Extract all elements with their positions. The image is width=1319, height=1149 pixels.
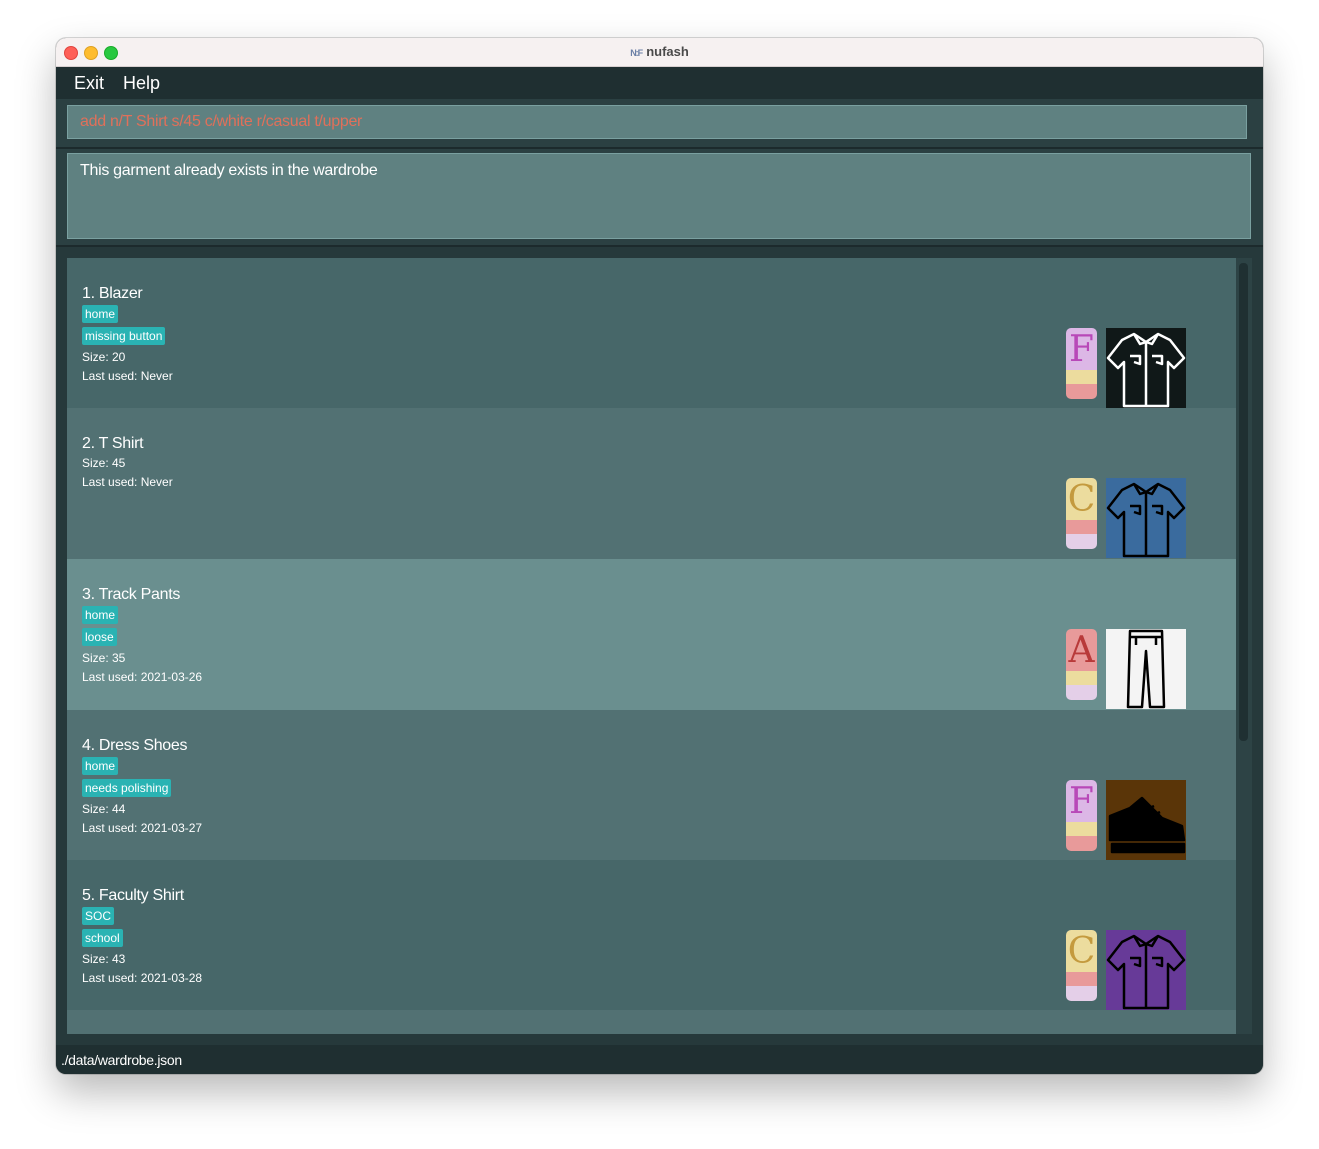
window-title: N:F nufash — [56, 44, 1263, 59]
garment-last-used: Last used: Never — [82, 475, 173, 489]
garment-tag: loose — [82, 628, 117, 646]
app-window: N:F nufash Exit Help add n/T Shirt s/45 c… — [56, 38, 1263, 1074]
garment-tag: home — [82, 606, 119, 624]
status-file-path: ./data/wardrobe.json — [61, 1052, 182, 1068]
dress-code-stripe — [1066, 671, 1097, 685]
command-box: add n/T Shirt s/45 c/white r/casual t/up… — [56, 99, 1263, 149]
garment-card[interactable]: 3. Track Pants home loose Size: 35 Last used… — [67, 559, 1236, 710]
garment-size: Size: 35 — [82, 651, 126, 665]
dress-code-stripe — [1066, 836, 1097, 851]
garment-size: Size: 20 — [82, 350, 126, 364]
dress-code-stripe — [1066, 685, 1097, 700]
garment-name: 5. Faculty Shirt — [82, 887, 184, 904]
status-bar: ./data/wardrobe.json — [56, 1045, 1263, 1074]
garment-name: 1. Blazer — [82, 285, 143, 302]
dress-code-stripe — [1066, 972, 1097, 986]
dress-code-stripe — [1066, 822, 1097, 836]
shirt-icon — [1106, 328, 1186, 408]
dress-code-stripe — [1066, 534, 1097, 549]
scrollbar-thumb[interactable] — [1239, 263, 1248, 741]
garment-name: 4. Dress Shoes — [82, 737, 188, 754]
shirt-icon — [1106, 478, 1186, 558]
dress-code-letter: C — [1066, 930, 1097, 972]
dress-code-letter: F — [1066, 780, 1097, 822]
menu-bar: Exit Help — [56, 67, 1263, 99]
dress-code-badge: A — [1066, 629, 1097, 700]
dress-code-letter: C — [1066, 478, 1097, 520]
garment-card[interactable]: 5. Faculty Shirt SOC school Size: 43 Last us… — [67, 860, 1236, 1010]
garment-last-used: Last used: 2021-03-26 — [82, 670, 203, 684]
garment-card[interactable]: 4. Dress Shoes home needs polishing Size: 4… — [67, 710, 1236, 860]
dress-code-stripe — [1066, 370, 1097, 384]
garment-size: Size: 43 — [82, 952, 126, 966]
app-logo-icon: N:F — [630, 48, 643, 58]
window-title-text: nufash — [646, 44, 689, 59]
shoe-icon — [1106, 780, 1186, 860]
result-message: This garment already exists in the wardr… — [67, 153, 1251, 239]
garment-tag: needs polishing — [82, 779, 172, 797]
garment-tag: school — [82, 929, 123, 947]
dress-code-letter: F — [1066, 328, 1097, 370]
garment-list-scrollbar[interactable] — [1236, 258, 1252, 1034]
garment-size: Size: 44 — [82, 802, 126, 816]
garment-tag: home — [82, 757, 119, 775]
garment-card[interactable]: 2. T Shirt Size: 45 Last used: Never C — [67, 408, 1236, 559]
command-input[interactable]: add n/T Shirt s/45 c/white r/casual t/up… — [67, 105, 1247, 139]
dress-code-letter: A — [1066, 629, 1097, 671]
garment-last-used: Last used: 2021-03-27 — [82, 821, 203, 835]
dress-code-stripe — [1066, 384, 1097, 399]
dress-code-stripe — [1066, 520, 1097, 534]
dress-code-stripe — [1066, 986, 1097, 1001]
garment-size: Size: 45 — [82, 456, 126, 470]
menu-exit[interactable]: Exit — [74, 73, 104, 94]
garment-tag: SOC — [82, 907, 115, 925]
garment-tag: home — [82, 305, 119, 323]
dress-code-badge: F — [1066, 780, 1097, 851]
title-bar: N:F nufash — [56, 38, 1263, 67]
garment-name: 3. Track Pants — [82, 586, 181, 603]
garment-last-used: Last used: 2021-03-28 — [82, 971, 203, 985]
dress-code-badge: C — [1066, 478, 1097, 549]
result-display: This garment already exists in the wardr… — [56, 149, 1263, 247]
garment-last-used: Last used: Never — [82, 369, 173, 383]
dress-code-badge: F — [1066, 328, 1097, 399]
pants-icon — [1106, 629, 1186, 709]
garment-name: 2. T Shirt — [82, 435, 144, 452]
garment-card[interactable]: 1. Blazer home missing button Size: 20 Last … — [67, 258, 1236, 408]
shirt-icon — [1106, 930, 1186, 1010]
garment-tag: missing button — [82, 327, 166, 345]
menu-help[interactable]: Help — [123, 73, 160, 94]
dress-code-badge: C — [1066, 930, 1097, 1001]
garment-list[interactable]: 1. Blazer home missing button Size: 20 Last … — [67, 258, 1236, 1034]
